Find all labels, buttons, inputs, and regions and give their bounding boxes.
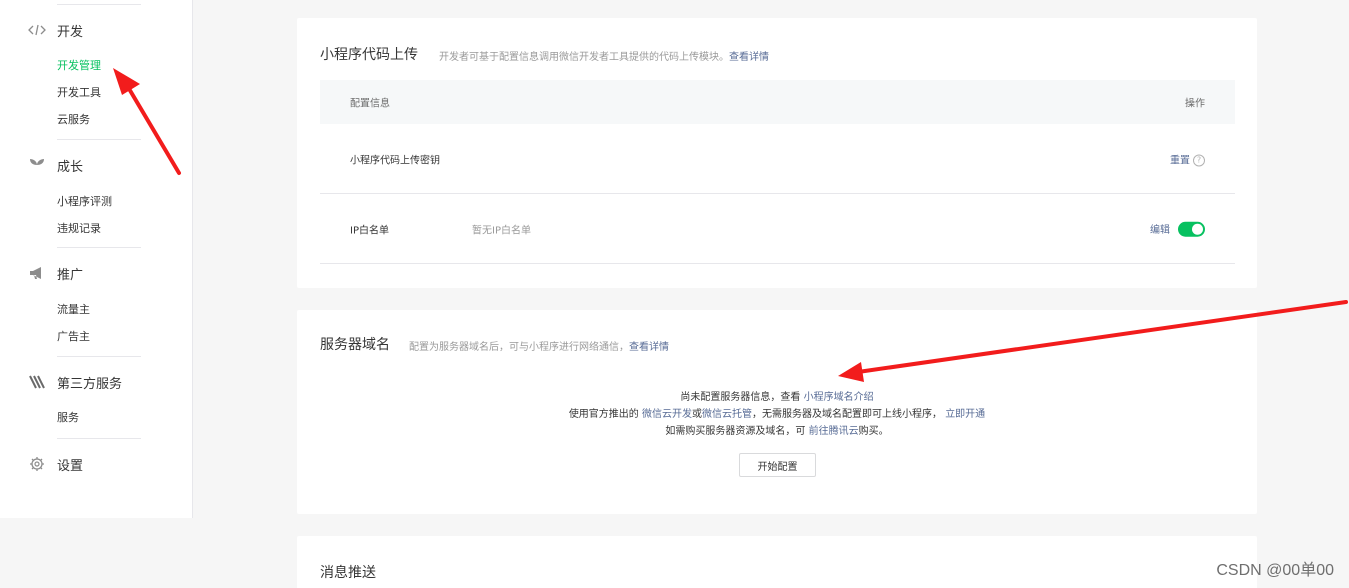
sidebar-group-dev[interactable]: 开发 xyxy=(28,19,83,41)
tencent-cloud-link[interactable]: 前往腾讯云 xyxy=(809,426,859,437)
third-party-icon xyxy=(28,373,46,391)
sidebar-item-advertiser[interactable]: 广告主 xyxy=(57,330,90,344)
sidebar-group-third-party[interactable]: 第三方服务 xyxy=(28,371,122,393)
empty-state-line: 如需购买服务器资源及域名，可 前往腾讯云购买。 xyxy=(297,422,1257,437)
row-value: 暂无IP白名单 xyxy=(472,225,531,236)
table-row: IP白名单 暂无IP白名单 编辑 xyxy=(320,194,1235,264)
row-action: 编辑 xyxy=(1150,220,1205,237)
divider xyxy=(57,356,141,357)
info-text: 或 xyxy=(692,409,702,420)
info-text: 尚未配置服务器信息，查看 xyxy=(680,392,801,403)
row-action: 重置? xyxy=(1170,151,1205,166)
sidebar-item-services[interactable]: 服务 xyxy=(57,411,79,425)
row-label: 小程序代码上传密钥 xyxy=(350,155,440,166)
sidebar-group-label: 成长 xyxy=(57,159,84,175)
sidebar-group-promotion[interactable]: 推广 xyxy=(28,262,83,284)
code-icon xyxy=(28,21,46,39)
sidebar-item-dev-tools[interactable]: 开发工具 xyxy=(57,86,101,100)
panel-title: 小程序代码上传 xyxy=(320,47,418,63)
description-text: 开发者可基于配置信息调用微信开发者工具提供的代码上传模块。 xyxy=(439,52,729,63)
cloud-dev-link[interactable]: 微信云开发 xyxy=(642,409,692,420)
sidebar-item-evaluation[interactable]: 小程序评测 xyxy=(57,195,112,209)
info-text: 使用官方推出的 xyxy=(568,409,639,420)
info-text: 如需购买服务器资源及域名，可 xyxy=(665,426,806,437)
activate-now-link[interactable]: 立即开通 xyxy=(945,409,985,420)
cloud-hosting-link[interactable]: 微信云托管 xyxy=(702,409,752,420)
sidebar-item-dev-management[interactable]: 开发管理 xyxy=(57,59,101,73)
panel-description: 开发者可基于配置信息调用微信开发者工具提供的代码上传模块。查看详情 xyxy=(439,48,769,63)
sidebar-group-settings[interactable]: 设置 xyxy=(28,453,83,475)
sidebar-group-label: 开发 xyxy=(57,24,84,40)
divider xyxy=(57,247,141,248)
row-label: IP白名单 xyxy=(350,225,389,236)
gear-icon xyxy=(28,455,46,473)
sidebar-group-label: 第三方服务 xyxy=(57,376,123,392)
view-details-link[interactable]: 查看详情 xyxy=(629,342,669,353)
start-config-button[interactable]: 开始配置 xyxy=(739,453,816,477)
info-text: 购买。 xyxy=(858,426,889,437)
domain-intro-link[interactable]: 小程序域名介绍 xyxy=(804,392,874,403)
sidebar-group-label: 设置 xyxy=(57,458,84,474)
message-push-panel: 消息推送 xyxy=(297,536,1257,588)
code-upload-panel: 小程序代码上传 开发者可基于配置信息调用微信开发者工具提供的代码上传模块。查看详… xyxy=(297,18,1257,288)
ip-whitelist-toggle[interactable] xyxy=(1178,221,1205,237)
panel-description: 配置为服务器域名后，可与小程序进行网络通信，查看详情 xyxy=(409,338,669,353)
edit-link[interactable]: 编辑 xyxy=(1150,224,1170,235)
column-header-config: 配置信息 xyxy=(350,98,390,110)
sidebar-group-growth[interactable]: 成长 xyxy=(28,154,83,176)
empty-state-line: 尚未配置服务器信息，查看 小程序域名介绍 xyxy=(297,388,1257,403)
help-icon[interactable]: ? xyxy=(1193,154,1205,166)
divider xyxy=(57,4,141,5)
reset-link[interactable]: 重置 xyxy=(1170,155,1190,166)
sidebar: 开发 开发管理 开发工具 云服务 成长 小程序评测 违规记录 推广 流量主 广告… xyxy=(0,0,193,518)
watermark: CSDN @00单00 xyxy=(1216,562,1334,579)
sidebar-item-traffic-owner[interactable]: 流量主 xyxy=(57,303,90,317)
sidebar-item-cloud-service[interactable]: 云服务 xyxy=(57,113,90,127)
megaphone-icon xyxy=(28,264,46,282)
empty-state-line: 使用官方推出的 微信云开发或微信云托管，无需服务器及域名配置即可上线小程序， 立… xyxy=(297,405,1257,420)
column-header-action: 操作 xyxy=(1185,98,1205,110)
server-domain-panel: 服务器域名 配置为服务器域名后，可与小程序进行网络通信，查看详情 尚未配置服务器… xyxy=(297,310,1257,514)
panel-title: 消息推送 xyxy=(320,565,376,581)
table-header: 配置信息 操作 xyxy=(320,80,1235,124)
sidebar-item-violations[interactable]: 违规记录 xyxy=(57,222,101,236)
table-row: 小程序代码上传密钥 重置? xyxy=(320,124,1235,194)
sidebar-group-label: 推广 xyxy=(57,267,84,283)
info-text: ，无需服务器及域名配置即可上线小程序， xyxy=(752,409,942,420)
panel-title: 服务器域名 xyxy=(320,337,390,353)
sprout-icon xyxy=(28,156,46,174)
divider xyxy=(57,139,141,140)
description-text: 配置为服务器域名后，可与小程序进行网络通信， xyxy=(409,342,629,353)
view-details-link[interactable]: 查看详情 xyxy=(729,52,769,63)
divider xyxy=(57,438,141,439)
